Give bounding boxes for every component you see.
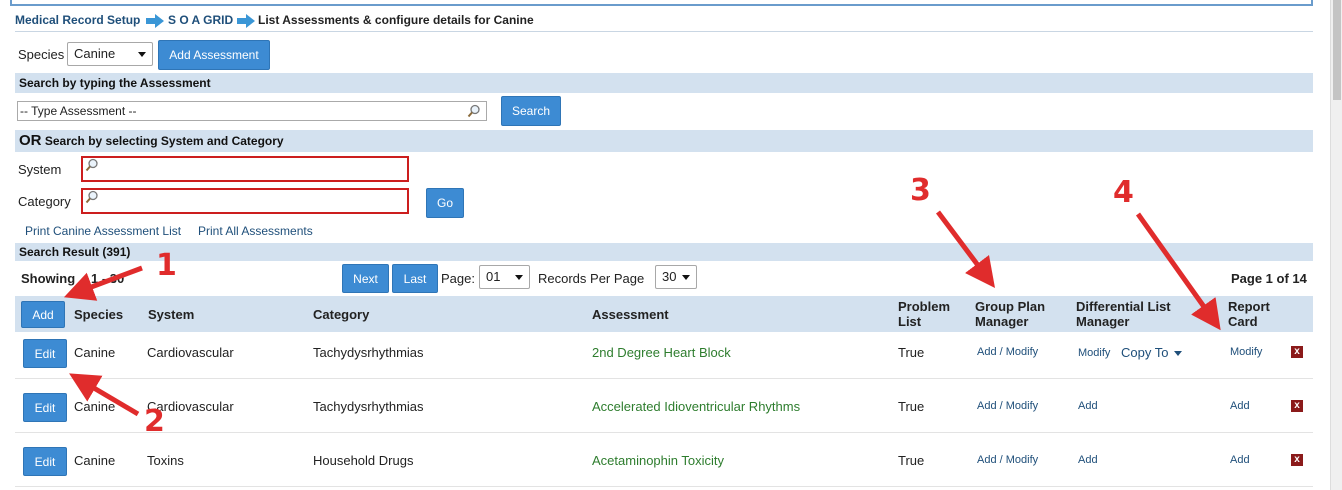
annotation-arrow-2 [69, 373, 140, 417]
annotation-number-4: 4 [1113, 175, 1134, 210]
annotation-arrow-4 [1135, 212, 1221, 331]
annotation-number-2: 2 [144, 404, 165, 439]
annotation-number-3: 3 [910, 173, 931, 208]
annotation-arrow-3 [936, 210, 995, 288]
annotation-number-1: 1 [156, 248, 177, 283]
annotation-arrow-1 [63, 265, 143, 301]
annotation-arrows [63, 210, 1221, 417]
